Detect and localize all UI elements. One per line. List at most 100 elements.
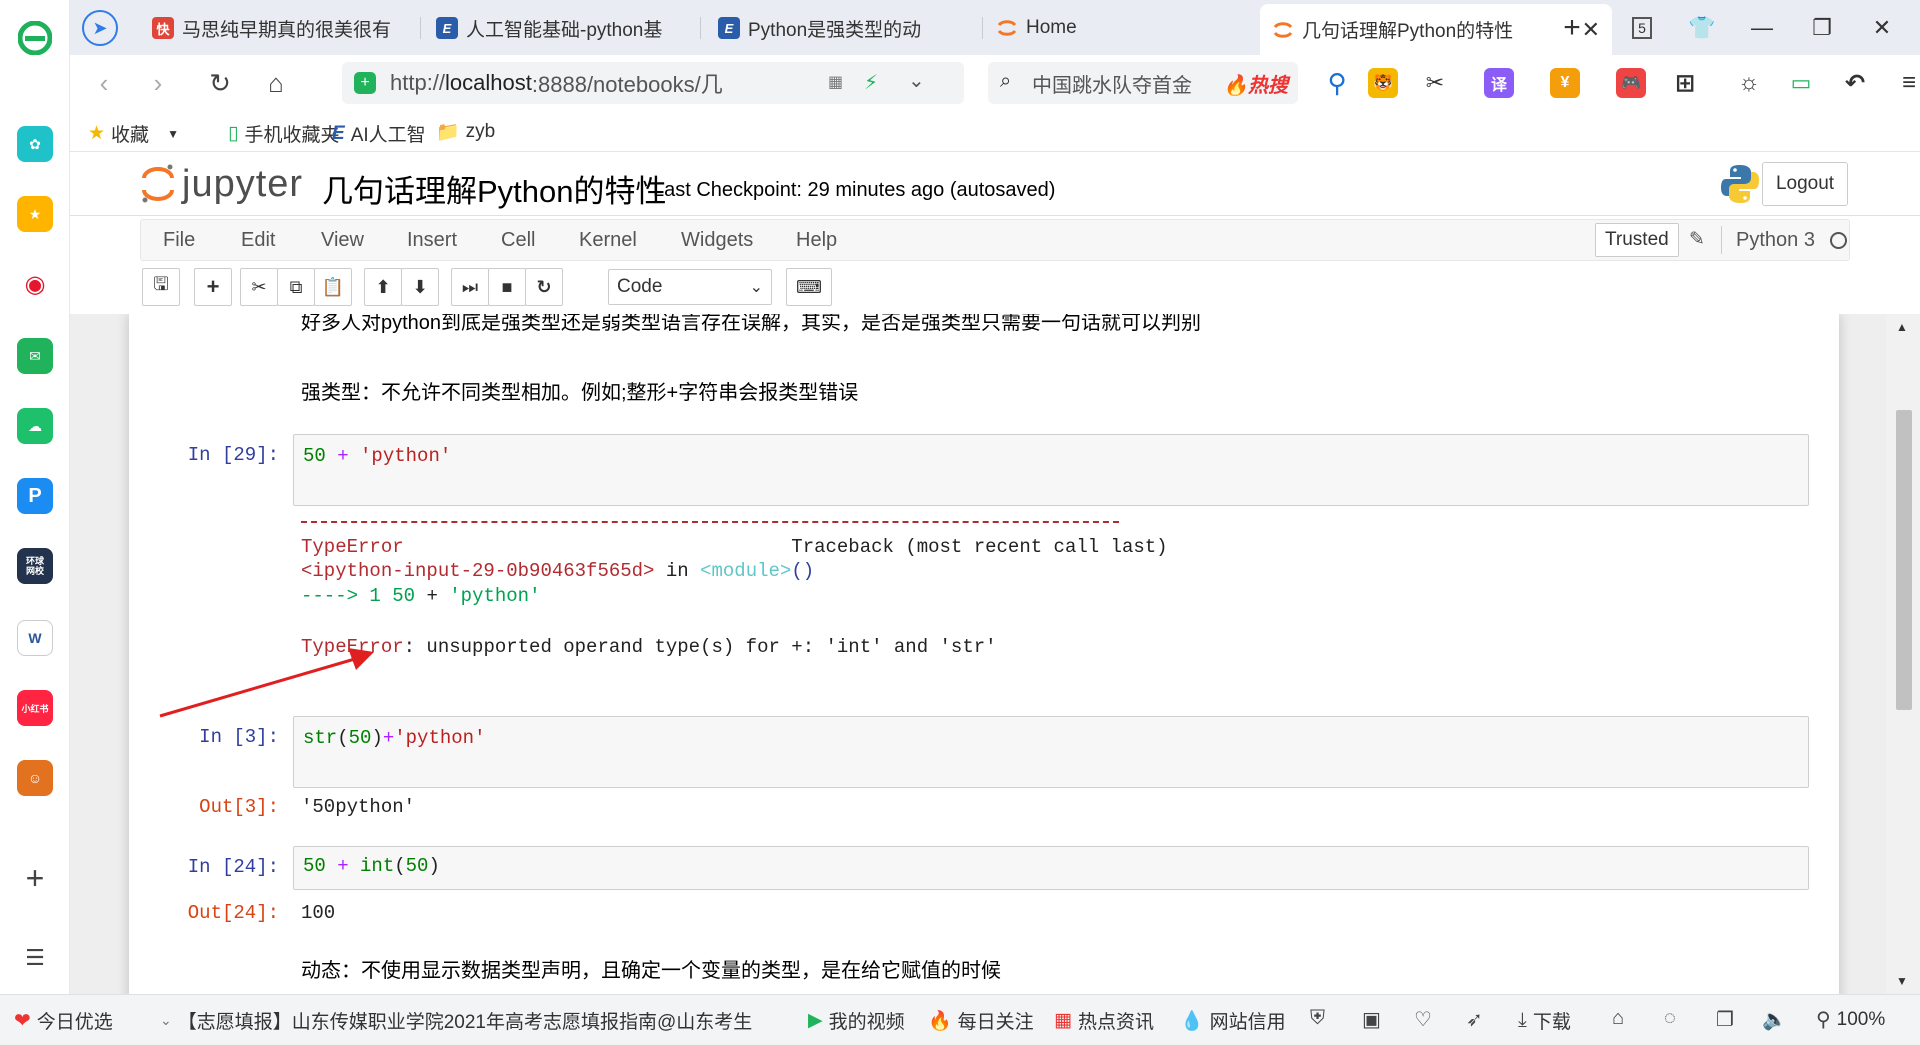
tiger-icon[interactable]: 🐯 [1368,68,1398,98]
code-input-cell[interactable]: 50 + 'python' [293,434,1809,506]
menu-insert[interactable]: Insert [407,229,457,252]
weibo-icon[interactable]: ◉ [17,266,53,302]
code-input-cell[interactable]: 50 + int(50) [293,846,1809,890]
menu-file[interactable]: File [163,229,195,252]
restart-icon[interactable]: ↻ [525,268,563,306]
trusted-indicator[interactable]: Trusted [1595,223,1679,257]
document-icon[interactable]: W [17,620,53,656]
navigate-icon[interactable]: ➤ [82,10,118,46]
daily-focus[interactable]: 🔥 每日关注 [928,1007,1034,1034]
hot-news[interactable]: ▦ 热点资讯 [1054,1007,1154,1034]
downloads[interactable]: ⤓ 下载 [1518,1007,1571,1034]
image-icon[interactable]: ▣ [1362,1007,1381,1032]
minimize-icon[interactable]: — [1740,8,1784,48]
cut-icon[interactable]: ✂ [240,268,278,306]
run-icon[interactable]: ⏭ [451,268,489,306]
menu-help[interactable]: Help [796,229,837,252]
wallet-icon[interactable]: ¥ [1550,68,1580,98]
menu-kernel[interactable]: Kernel [579,229,637,252]
scroll-down-icon[interactable]: ▼ [1896,974,1908,988]
screenshot-scissors-icon[interactable]: ✂ [1420,68,1450,98]
interrupt-icon[interactable]: ■ [488,268,526,306]
magnifier-icon[interactable]: ⚲ [1322,68,1352,98]
rocket-icon[interactable]: ➶ [1466,1007,1483,1032]
window-icon[interactable]: ❐ [1716,1007,1734,1032]
bookmark-folder-zyb[interactable]: 📁 zyb [436,120,495,144]
scroll-up-icon[interactable]: ▲ [1896,320,1908,334]
game-controller-icon[interactable]: 🎮 [1616,68,1646,98]
global-news-icon[interactable]: 环球 网校 [17,548,53,584]
apps-grid-icon[interactable]: ⊞ [1670,68,1700,98]
notebook-title[interactable]: 几句话理解Python的特性 [322,166,667,211]
qrcode-icon[interactable]: ▦ [828,72,843,92]
restore-icon[interactable]: ❐ [1800,8,1844,48]
paste-icon[interactable]: 📋 [314,268,352,306]
translate-icon[interactable]: 译 [1484,68,1514,98]
bookmark-favorites[interactable]: ★ 收藏 ▼ [88,120,179,147]
battery-icon[interactable]: ▭ [1786,68,1816,98]
logout-button[interactable]: Logout [1762,162,1848,206]
list-icon[interactable]: ☰ [17,940,53,976]
menu-edit[interactable]: Edit [241,229,275,252]
tab-3[interactable]: E Python是强类型的动 [706,6,980,50]
site-credit[interactable]: 💧 网站信用 [1180,1007,1286,1034]
skin-icon[interactable]: 👕 [1680,8,1724,48]
undo-icon[interactable]: ↶ [1840,68,1870,98]
code-input-cell[interactable]: str(50)+'python' [293,716,1809,788]
xiaohongshu-icon[interactable]: 小红书 [17,690,53,726]
move-up-icon[interactable]: ⬆ [364,268,402,306]
home-icon[interactable]: ⌂ [256,63,296,103]
cell-type-select[interactable]: Code ⌄ [608,269,772,305]
page-scrollbar[interactable]: ▲ ▼ [1886,314,1920,994]
tab-4[interactable]: Home [984,6,1254,50]
bookmark-mobile[interactable]: ▯ 手机收藏夹 [228,120,339,147]
menu-view[interactable]: View [321,229,364,252]
tab-1[interactable]: 快 马思纯早期真的很美很有 [140,6,418,50]
mail-icon[interactable]: ✉ [17,338,53,374]
favorites-star-icon[interactable]: ★ [17,196,53,232]
shield-icon[interactable]: ⛨ [1310,1007,1325,1030]
bookmark-ai[interactable]: E AI人工智 [332,120,426,147]
my-video[interactable]: ▶ 我的视频 [808,1007,905,1034]
browser-logo-icon[interactable] [17,20,53,56]
ie-mode-icon[interactable]: ⌂ [1612,1007,1624,1030]
menu-icon[interactable]: ≡ [1894,68,1920,98]
keyboard-icon[interactable]: ⌨ [786,268,832,306]
search-input[interactable]: 中国跳水队夺首金 [1032,69,1192,98]
speaker-icon[interactable]: 🔈 [1762,1007,1787,1032]
menu-cell[interactable]: Cell [501,229,535,252]
back-icon[interactable]: ‹ [84,63,124,103]
zoom-level[interactable]: ⚲ 100% [1816,1007,1885,1032]
insert-cell-icon[interactable]: + [194,268,232,306]
jupyter-logo[interactable]: jupyter [140,162,303,206]
edit-pencil-icon[interactable]: ✎ [1689,228,1705,251]
mini-program-icon[interactable]: ✿ [17,126,53,162]
brightness-icon[interactable]: ☼ [1734,68,1764,98]
search-box[interactable]: ⌕ 中国跳水队夺首金 🔥热搜 [988,62,1298,104]
move-down-icon[interactable]: ⬇ [401,268,439,306]
game-avatar-icon[interactable]: ☺ [17,760,53,796]
heart-icon: ❤ [14,1010,31,1032]
close-window-icon[interactable]: ✕ [1860,8,1904,48]
menu-widgets[interactable]: Widgets [681,229,753,252]
edge-icon[interactable]: ◌ [1664,1007,1676,1030]
reload-icon[interactable]: ↻ [200,63,240,103]
cloud-icon[interactable]: ☁ [17,408,53,444]
news-ticker[interactable]: ⌄ 【志愿填报】山东传媒职业学院2021年高考志愿填报指南@山东考生 [160,1007,752,1034]
kernel-name[interactable]: Python 3 [1736,229,1815,252]
save-icon[interactable]: 🖫 [142,268,180,306]
tab-2[interactable]: E 人工智能基础-python基 [424,6,698,50]
speed-icon[interactable]: ⚡ [864,70,878,95]
hot-search-badge[interactable]: 🔥热搜 [1223,69,1288,98]
today-picks[interactable]: ❤ 今日优选 [14,1007,113,1034]
scrollbar-thumb[interactable] [1896,410,1912,710]
health-icon[interactable]: ♡ [1414,1007,1432,1032]
add-icon[interactable]: + [17,860,53,896]
copy-icon[interactable]: ⧉ [277,268,315,306]
forward-icon[interactable]: › [138,63,178,103]
address-bar[interactable]: + http://localhost:8888/notebooks/几 ▦ ⚡ … [342,62,964,104]
tab-count-button[interactable]: 5 [1620,8,1664,48]
new-tab-icon[interactable]: + [1550,8,1594,48]
chevron-down-icon[interactable]: ⌄ [908,68,925,93]
p-app-icon[interactable]: P [17,478,53,514]
